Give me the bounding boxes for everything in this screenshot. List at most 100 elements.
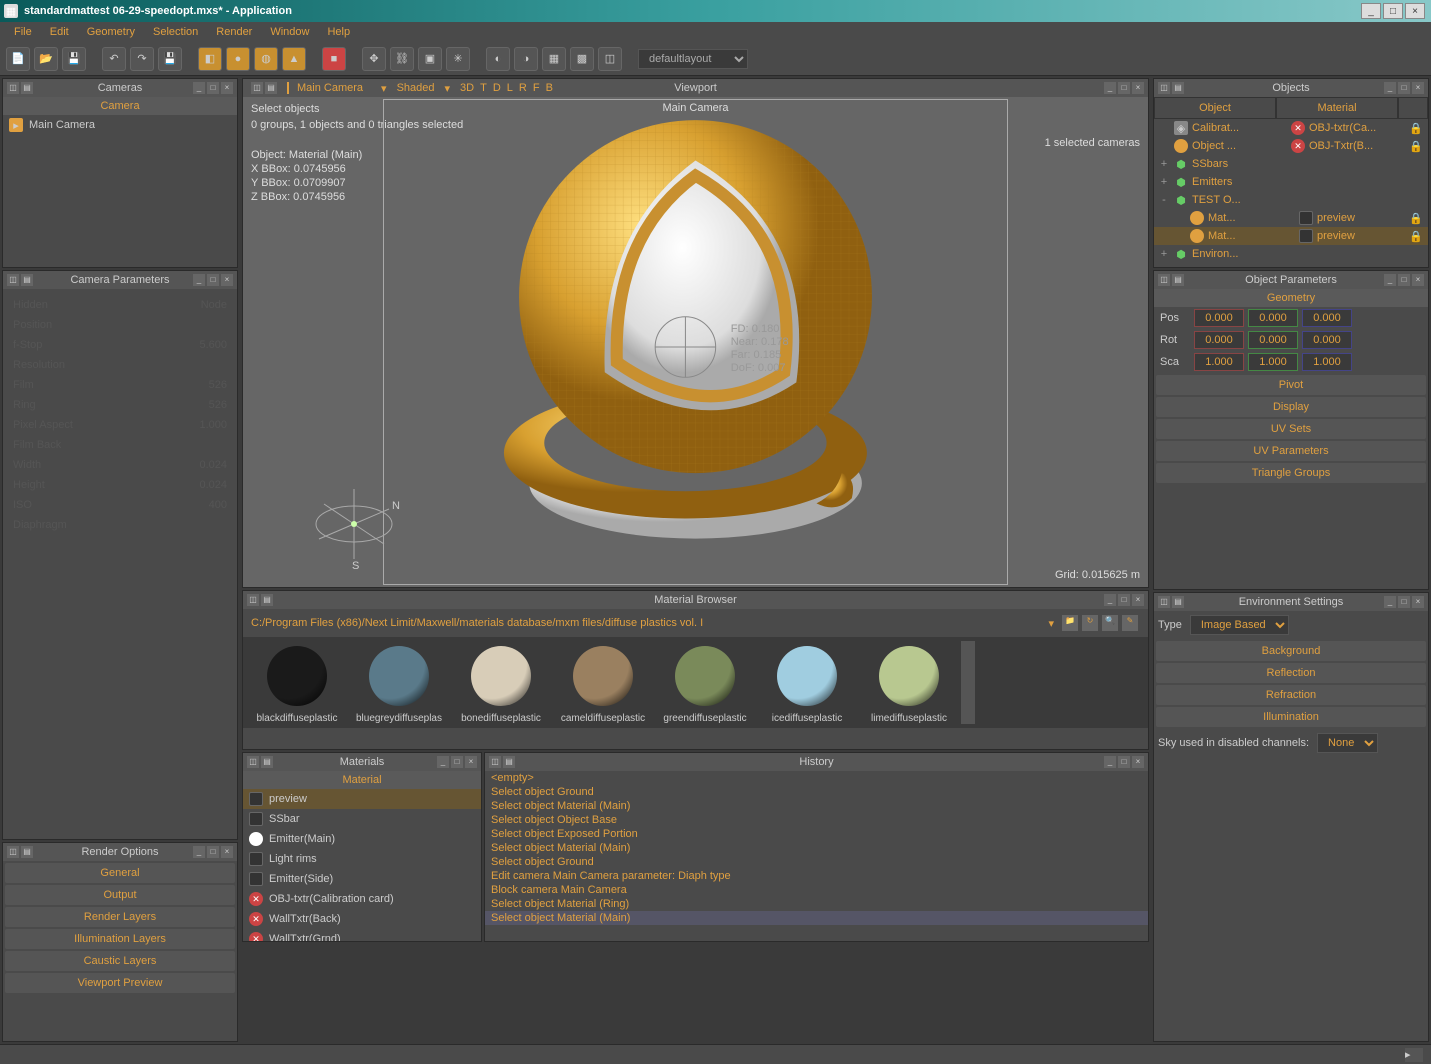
object-row[interactable]: +⬢Emitters <box>1154 173 1428 191</box>
viewport-view-l[interactable]: L <box>507 82 513 94</box>
param-section-pivot[interactable]: Pivot <box>1156 375 1426 395</box>
render-option-caustic-layers[interactable]: Caustic Layers <box>5 951 235 971</box>
sca-y-input[interactable] <box>1248 353 1298 371</box>
tree-expand-icon[interactable]: + <box>1158 248 1170 260</box>
render-c-icon[interactable]: ▦ <box>542 47 566 71</box>
panel-min-icon[interactable]: _ <box>1104 756 1116 768</box>
material-thumbnail[interactable]: limediffuseplastic <box>859 641 959 724</box>
new-file-icon[interactable]: 📄 <box>6 47 30 71</box>
menu-edit[interactable]: Edit <box>42 24 77 40</box>
sca-x-input[interactable] <box>1194 353 1244 371</box>
render-option-general[interactable]: General <box>5 863 235 883</box>
history-line[interactable]: Block camera Main Camera <box>485 883 1148 897</box>
pos-z-input[interactable] <box>1302 309 1352 327</box>
render-option-viewport-preview[interactable]: Viewport Preview <box>5 973 235 993</box>
render-e-icon[interactable]: ◫ <box>598 47 622 71</box>
render-d-icon[interactable]: ▩ <box>570 47 594 71</box>
panel-dock-icon[interactable]: ▤ <box>1172 274 1184 286</box>
lock-icon[interactable]: 🔒 <box>1408 212 1424 225</box>
objects-tab-object[interactable]: Object <box>1154 97 1276 119</box>
panel-pin-icon[interactable]: ◫ <box>7 274 19 286</box>
panel-pin-icon[interactable]: ◫ <box>1158 596 1170 608</box>
material-thumbnail[interactable]: greendiffuseplastic <box>655 641 755 724</box>
open-file-icon[interactable]: 📂 <box>34 47 58 71</box>
render-option-render-layers[interactable]: Render Layers <box>5 907 235 927</box>
panel-max-icon[interactable]: □ <box>1398 596 1410 608</box>
material-row[interactable]: preview <box>243 789 481 809</box>
primitive-cyl-icon[interactable]: ◍ <box>254 47 278 71</box>
panel-close-icon[interactable]: × <box>221 82 233 94</box>
sca-z-input[interactable] <box>1302 353 1352 371</box>
panel-dock-icon[interactable]: ▤ <box>261 594 273 606</box>
primitive-cube-icon[interactable]: ◧ <box>198 47 222 71</box>
env-section-background[interactable]: Background <box>1156 641 1426 661</box>
panel-max-icon[interactable]: □ <box>1118 756 1130 768</box>
primitive-cone-icon[interactable]: ▲ <box>282 47 306 71</box>
param-section-display[interactable]: Display <box>1156 397 1426 417</box>
save-file-icon[interactable]: 💾 <box>62 47 86 71</box>
undo-icon[interactable]: ↶ <box>102 47 126 71</box>
render-option-output[interactable]: Output <box>5 885 235 905</box>
panel-max-icon[interactable]: □ <box>1118 82 1130 94</box>
panel-pin-icon[interactable]: ◫ <box>7 846 19 858</box>
panel-dock-icon[interactable]: ▤ <box>503 756 515 768</box>
tree-expand-icon[interactable]: + <box>1158 176 1170 188</box>
panel-min-icon[interactable]: _ <box>437 756 449 768</box>
panel-close-icon[interactable]: × <box>1132 594 1144 606</box>
close-button[interactable]: × <box>1405 3 1425 19</box>
viewport-view-t[interactable]: T <box>480 82 487 94</box>
history-line[interactable]: Edit camera Main Camera parameter: Diaph… <box>485 869 1148 883</box>
panel-max-icon[interactable]: □ <box>1398 274 1410 286</box>
panel-max-icon[interactable]: □ <box>207 82 219 94</box>
env-section-illumination[interactable]: Illumination <box>1156 707 1426 727</box>
panel-pin-icon[interactable]: ◫ <box>1158 82 1170 94</box>
tree-expand-icon[interactable]: + <box>1158 158 1170 170</box>
move-tool-icon[interactable]: ✥ <box>362 47 386 71</box>
menu-window[interactable]: Window <box>262 24 317 40</box>
settings-icon[interactable]: ✎ <box>1122 615 1138 631</box>
menu-file[interactable]: File <box>6 24 40 40</box>
search-icon[interactable]: 🔍 <box>1102 615 1118 631</box>
viewport-shading-selector[interactable]: Shaded <box>397 82 435 94</box>
panel-dock-icon[interactable]: ▤ <box>21 846 33 858</box>
history-line[interactable]: Select object Object Base <box>485 813 1148 827</box>
geometry-section-header[interactable]: Geometry <box>1154 289 1428 307</box>
sky-select[interactable]: None <box>1317 733 1378 753</box>
pos-y-input[interactable] <box>1248 309 1298 327</box>
object-row[interactable]: -⬢TEST O... <box>1154 191 1428 209</box>
object-row[interactable]: +⬢Environ... <box>1154 245 1428 263</box>
history-line[interactable]: Select object Material (Main) <box>485 911 1148 925</box>
lock-icon[interactable]: 🔒 <box>1408 140 1424 153</box>
minimize-button[interactable]: _ <box>1361 3 1381 19</box>
menu-geometry[interactable]: Geometry <box>79 24 143 40</box>
panel-close-icon[interactable]: × <box>1412 596 1424 608</box>
rot-z-input[interactable] <box>1302 331 1352 349</box>
clip-icon[interactable]: ▣ <box>418 47 442 71</box>
camparam-tab[interactable]: Hidden <box>13 295 48 315</box>
panel-min-icon[interactable]: _ <box>193 82 205 94</box>
panel-min-icon[interactable]: _ <box>1104 82 1116 94</box>
refresh-icon[interactable]: ↻ <box>1082 615 1098 631</box>
param-section-uv-sets[interactable]: UV Sets <box>1156 419 1426 439</box>
panel-close-icon[interactable]: × <box>221 846 233 858</box>
panel-max-icon[interactable]: □ <box>207 274 219 286</box>
material-row[interactable]: Emitter(Side) <box>243 869 481 889</box>
material-thumbnail[interactable]: blackdiffuseplastic <box>247 641 347 724</box>
objects-tab-material[interactable]: Material <box>1276 97 1398 119</box>
material-row[interactable]: ✕WallTxtr(Grnd) <box>243 929 481 941</box>
viewport-view-r[interactable]: R <box>519 82 527 94</box>
viewport-view-3d[interactable]: 3D <box>460 82 474 94</box>
panel-close-icon[interactable]: × <box>465 756 477 768</box>
history-line[interactable]: Select object Material (Ring) <box>485 897 1148 911</box>
panel-min-icon[interactable]: _ <box>1384 274 1396 286</box>
layout-select[interactable]: defaultlayout <box>638 49 748 69</box>
history-line[interactable]: Select object Material (Main) <box>485 841 1148 855</box>
panel-max-icon[interactable]: □ <box>451 756 463 768</box>
history-line[interactable]: Select object Material (Main) <box>485 799 1148 813</box>
viewport-camera-selector[interactable]: Main Camera <box>287 82 371 94</box>
panel-dock-icon[interactable]: ▤ <box>21 82 33 94</box>
panel-pin-icon[interactable]: ◫ <box>247 756 259 768</box>
maximize-button[interactable]: □ <box>1383 3 1403 19</box>
env-section-refraction[interactable]: Refraction <box>1156 685 1426 705</box>
param-section-uv-parameters[interactable]: UV Parameters <box>1156 441 1426 461</box>
